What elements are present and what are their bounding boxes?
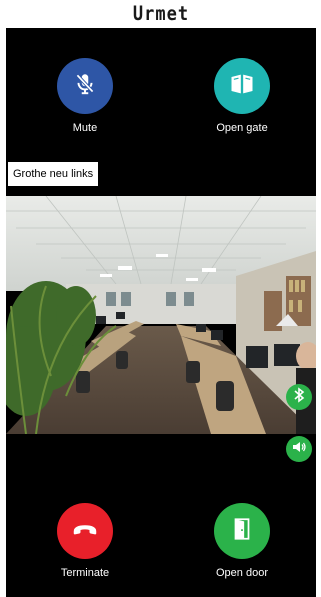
- bluetooth-icon: [292, 386, 306, 408]
- terminate-action[interactable]: Terminate: [30, 503, 140, 579]
- terminate-label: Terminate: [60, 567, 110, 579]
- open-door-label: Open door: [216, 567, 268, 579]
- bluetooth-button[interactable]: [286, 384, 312, 410]
- open-door-action[interactable]: Open door: [187, 503, 297, 579]
- open-gate-button[interactable]: [214, 58, 270, 114]
- office-camera-image: [6, 196, 316, 434]
- mute-action[interactable]: Mute: [30, 58, 140, 134]
- intercom-screen: Urmet Mute Open gate Grothe neu links Te…: [6, 0, 316, 597]
- brand-logo: Urmet: [132, 2, 190, 26]
- terminate-button[interactable]: [57, 503, 113, 559]
- open-door-button[interactable]: [214, 503, 270, 559]
- speaker-button[interactable]: [286, 436, 312, 462]
- gate-icon: [228, 70, 256, 103]
- mute-button[interactable]: [57, 58, 113, 114]
- hang-up-icon: [70, 514, 100, 549]
- open-gate-label: Open gate: [216, 122, 268, 134]
- door-icon: [229, 516, 255, 547]
- camera-caption: Grothe neu links: [8, 162, 99, 186]
- speaker-icon: [291, 439, 307, 460]
- mic-off-icon: [72, 71, 98, 102]
- video-feed: [6, 196, 316, 434]
- open-gate-action[interactable]: Open gate: [187, 58, 297, 134]
- mute-label: Mute: [72, 122, 98, 134]
- header-bar: Urmet: [6, 0, 316, 28]
